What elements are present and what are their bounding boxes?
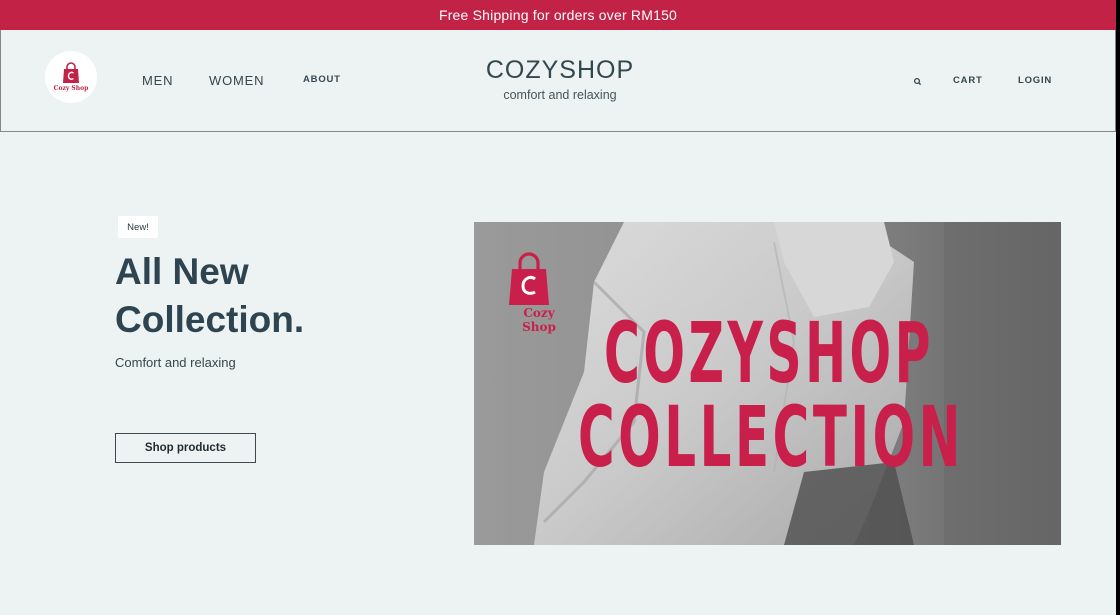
hero-banner[interactable]: Cozy Shop COZYSHOP COLLECTION	[474, 222, 1061, 545]
brand-title: COZYSHOP	[485, 56, 635, 84]
brand-tagline: comfort and relaxing	[503, 88, 617, 102]
site-header: Cozy Shop MEN WOMEN ABOUT COZYSHOP comfo…	[0, 30, 1116, 132]
nav-about[interactable]: ABOUT	[303, 74, 341, 85]
nav-login[interactable]: LOGIN	[1018, 75, 1052, 86]
banner-headline: COZYSHOP COLLECTION	[578, 304, 964, 486]
logo-text: Cozy Shop	[53, 85, 89, 92]
nav-women[interactable]: WOMEN	[209, 73, 264, 88]
promo-text: Free Shipping for orders over RM150	[438, 7, 678, 23]
new-badge: New!	[118, 216, 158, 238]
hero-title: All New Collection.	[115, 251, 305, 340]
hero-subtitle: Comfort and relaxing	[115, 355, 236, 370]
banner-line2: COLLECTION	[578, 388, 964, 486]
search-icon[interactable]	[912, 75, 924, 87]
nav-men[interactable]: MEN	[142, 73, 173, 88]
nav-cart[interactable]: CART	[953, 75, 983, 86]
page: Free Shipping for orders over RM150 Cozy…	[0, 0, 1116, 615]
promo-bar: Free Shipping for orders over RM150	[0, 0, 1116, 30]
shop-products-button[interactable]: Shop products	[115, 433, 256, 463]
shopping-bag-icon	[63, 62, 79, 83]
brand[interactable]: COZYSHOP comfort and relaxing	[441, 56, 679, 102]
logo[interactable]: Cozy Shop	[45, 51, 97, 103]
